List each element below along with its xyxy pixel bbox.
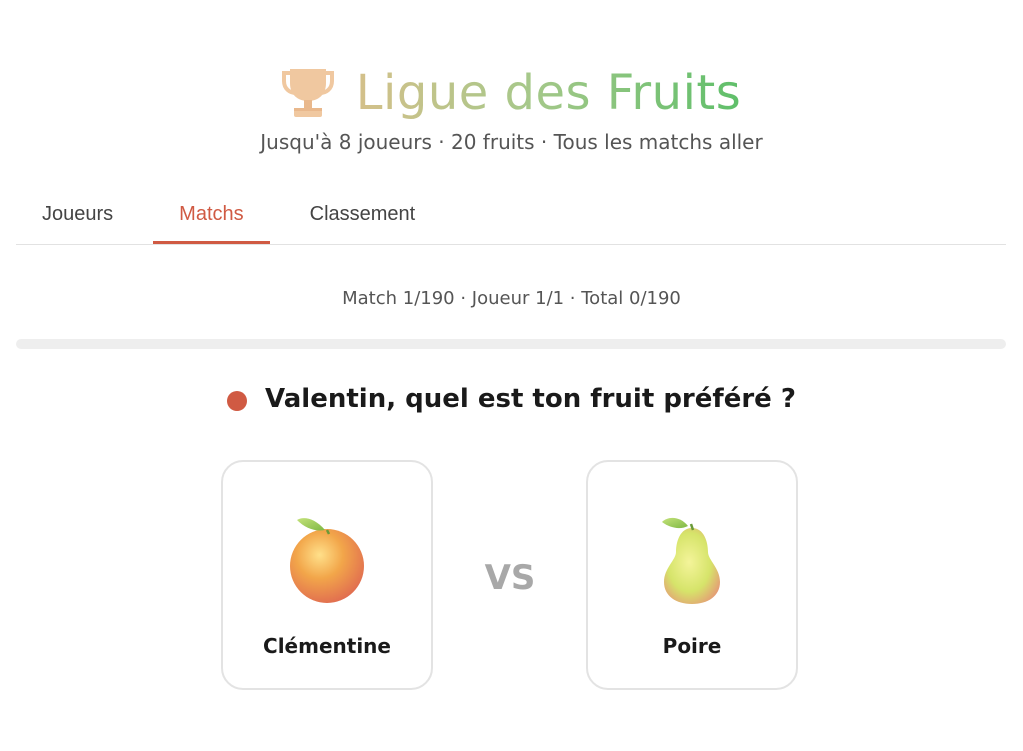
header: Ligue des Fruits Jusqu'à 8 joueurs · 20 … [0,58,1023,154]
fruit-card-left[interactable]: Clémentine [221,460,433,690]
page-subtitle: Jusqu'à 8 joueurs · 20 fruits · Tous les… [260,130,763,154]
app-page: Ligue des Fruits Jusqu'à 8 joueurs · 20 … [0,0,1023,751]
tab-joueurs[interactable]: Joueurs [16,186,139,243]
player-color-dot [227,391,248,411]
question-text: Valentin, quel est ton fruit préféré ? [265,384,796,414]
progress-bar [16,339,1006,349]
fruit-name-right: Poire [662,634,722,658]
tab-bar: Joueurs Matchs Classement [16,186,1006,245]
tab-matchs[interactable]: Matchs [153,186,270,244]
title-row: Ligue des Fruits [0,58,1023,128]
pear-icon [662,517,720,604]
page-title: Ligue des Fruits [356,58,741,128]
match-status: Match 1/190 · Joueur 1/1 · Total 0/190 [342,288,681,309]
clementine-icon [290,518,364,603]
fruit-name-left: Clémentine [263,634,391,658]
trophy-icon [281,69,334,117]
vs-label: VS [484,558,536,598]
fruit-card-right[interactable]: Poire [586,460,798,690]
question-row: Valentin, quel est ton fruit préféré ? [0,384,1023,414]
tab-classement[interactable]: Classement [284,186,442,243]
